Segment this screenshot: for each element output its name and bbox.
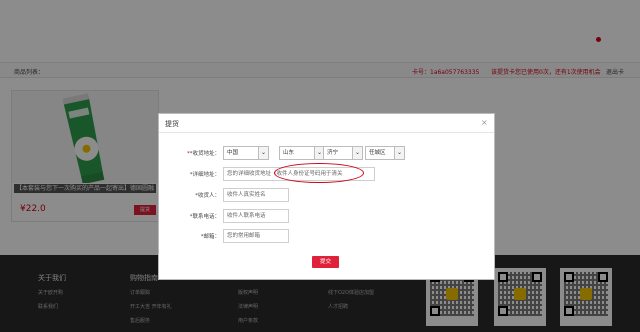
pickup-dialog: 提货 × **收货地址： 中国 ⌄ 山东 ⌄ 济宁 ⌄ 任城区 ⌄ *详细地址：… — [158, 113, 495, 280]
phone-row: *联系电话： 收件人联系电话 — [159, 209, 494, 223]
district-select[interactable]: 任城区 ⌄ — [365, 146, 405, 160]
dialog-title: 提货 — [165, 120, 179, 128]
receiver-input[interactable]: 收件人真实姓名 — [223, 188, 289, 202]
email-row: *邮箱： 您的常用邮箱 — [159, 229, 494, 243]
city-select[interactable]: 济宁 ⌄ — [323, 146, 363, 160]
province-select[interactable]: 山东 ⌄ — [279, 146, 325, 160]
email-input[interactable]: 您的常用邮箱 — [223, 229, 289, 243]
chevron-down-icon: ⌄ — [258, 147, 268, 159]
address-label: **收货地址： — [186, 151, 220, 157]
country-select[interactable]: 中国 ⌄ — [223, 146, 269, 160]
close-icon[interactable]: × — [481, 118, 488, 127]
receiver-label: *收货人： — [195, 193, 220, 199]
phone-input[interactable]: 收件人联系电话 — [223, 209, 289, 223]
receiver-row: *收货人： 收件人真实姓名 — [159, 188, 494, 202]
submit-button[interactable]: 提交 — [312, 256, 339, 268]
dialog-divider — [159, 132, 494, 133]
highlight-circle-annotation — [274, 163, 364, 183]
chevron-down-icon: ⌄ — [352, 147, 362, 159]
phone-label: *联系电话： — [189, 214, 220, 220]
address-row: **收货地址： 中国 ⌄ 山东 ⌄ 济宁 ⌄ 任城区 ⌄ — [159, 146, 494, 160]
detail-address-label: *详细地址： — [189, 172, 220, 178]
email-label: *邮箱： — [200, 234, 220, 240]
chevron-down-icon: ⌄ — [394, 147, 404, 159]
